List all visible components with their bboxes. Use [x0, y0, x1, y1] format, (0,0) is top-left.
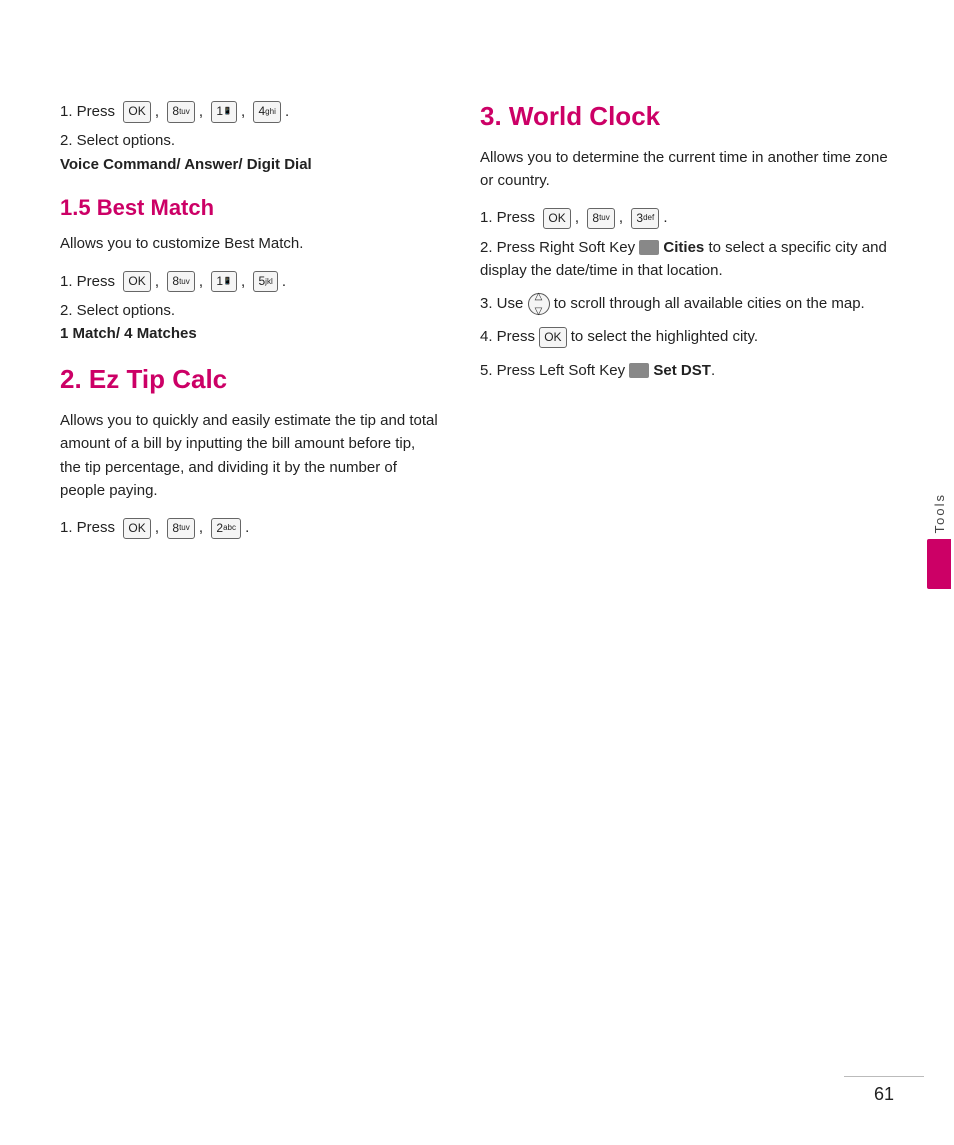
wc-step1: 1. Press OK , 8tuv , 3def .: [480, 206, 894, 229]
right-column: 3. World Clock Allows you to determine t…: [480, 100, 894, 557]
scroll-icon: △▽: [528, 293, 550, 315]
section-voice-command: 1. Press OK , 8tuv , 1 📱 , 4ghi . 2. Sel…: [60, 100, 440, 176]
step-2-select: 2. Select options. Voice Command/ Answer…: [60, 129, 440, 176]
best-match-intro: Allows you to customize Best Match.: [60, 232, 440, 255]
key-8-ez: 8tuv: [167, 518, 194, 539]
key-4-1: 4ghi: [253, 101, 280, 122]
key-ok-bm: OK: [123, 271, 150, 292]
sidebar-tab-label: Tools: [932, 493, 947, 533]
key-ok-wc: OK: [543, 208, 570, 229]
world-clock-heading: 3. World Clock: [480, 100, 894, 134]
wc-step5: 5. Press Left Soft Key Set DST.: [480, 359, 894, 382]
key-8-bm: 8tuv: [167, 271, 194, 292]
voice-command-options: Voice Command/ Answer/ Digit Dial: [60, 156, 312, 173]
ez-tip-heading: 2. Ez Tip Calc: [60, 363, 440, 397]
key-ok-wc4: OK: [539, 327, 566, 348]
set-dst-label: Set DST: [653, 362, 711, 379]
key-3-wc: 3def: [631, 208, 659, 229]
best-match-step1: 1. Press OK , 8tuv , 1📱 , 5jkl .: [60, 270, 440, 293]
sidebar-tab: Tools: [924, 493, 954, 653]
cities-label: Cities: [663, 239, 704, 256]
wc-step4: 4. Press OK to select the highlighted ci…: [480, 325, 894, 348]
step-1-press: 1. Press OK , 8tuv , 1 📱 , 4ghi .: [60, 100, 440, 123]
key-2-ez: 2abc: [211, 518, 241, 539]
section-best-match: 1.5 Best Match Allows you to customize B…: [60, 194, 440, 346]
section-ez-tip: 2. Ez Tip Calc Allows you to quickly and…: [60, 363, 440, 539]
best-match-step2: 2. Select options. 1 Match/ 4 Matches: [60, 299, 440, 346]
ez-tip-intro: Allows you to quickly and easily estimat…: [60, 409, 440, 502]
left-column: 1. Press OK , 8tuv , 1 📱 , 4ghi . 2. Sel…: [60, 100, 440, 557]
world-clock-intro: Allows you to determine the current time…: [480, 146, 894, 193]
key-5-bm: 5jkl: [253, 271, 277, 292]
key-ok-1: OK: [123, 101, 150, 122]
key-1-1: 1 📱: [211, 101, 236, 122]
ez-tip-step1: 1. Press OK , 8tuv , 2abc .: [60, 516, 440, 539]
right-soft-key-icon: [639, 240, 659, 255]
key-1-bm: 1📱: [211, 271, 236, 292]
key-8-wc: 8tuv: [587, 208, 614, 229]
wc-step2: 2. Press Right Soft Key Cities to select…: [480, 236, 894, 283]
wc-step3: 3. Use △▽ to scroll through all availabl…: [480, 292, 894, 315]
left-soft-key-icon: [629, 363, 649, 378]
best-match-heading: 1.5 Best Match: [60, 194, 440, 223]
page-number-divider: [844, 1076, 924, 1077]
match-options: 1 Match/ 4 Matches: [60, 325, 197, 342]
section-world-clock: 3. World Clock Allows you to determine t…: [480, 100, 894, 382]
key-8-1: 8tuv: [167, 101, 194, 122]
page-number: 61: [874, 1084, 894, 1105]
key-ok-ez: OK: [123, 518, 150, 539]
sidebar-tab-bar: [927, 539, 951, 589]
